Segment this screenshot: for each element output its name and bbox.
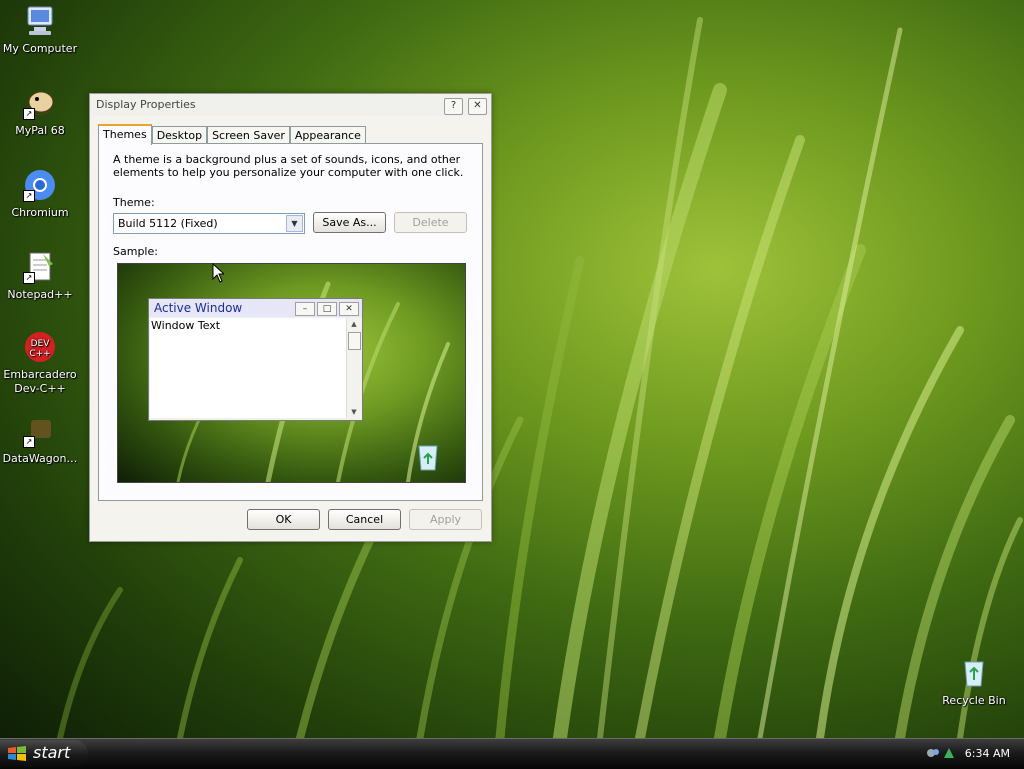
theme-select[interactable]: Build 5112 (Fixed) ▼ bbox=[113, 213, 305, 234]
sample-window-titlebar: Active Window – □ ✕ bbox=[149, 299, 362, 317]
desktop-icon-label: Chromium bbox=[11, 206, 69, 219]
recycle-bin-icon bbox=[957, 656, 991, 690]
chromium-icon: ↗ bbox=[23, 168, 57, 202]
maximize-icon: □ bbox=[317, 302, 337, 316]
datawagon-icon: ↗ bbox=[23, 414, 57, 448]
shortcut-arrow-icon: ↗ bbox=[23, 108, 35, 120]
sample-label: Sample: bbox=[113, 245, 158, 258]
tab-screen-saver[interactable]: Screen Saver bbox=[207, 126, 290, 144]
ok-button[interactable]: OK bbox=[247, 509, 320, 530]
close-button[interactable]: ✕ bbox=[468, 98, 487, 115]
shortcut-arrow-icon: ↗ bbox=[23, 272, 35, 284]
desktop-icon-label: Embarcadero Dev-C++ bbox=[3, 368, 77, 395]
desktop-icon-datawagon[interactable]: ↗ DataWagon… bbox=[0, 414, 80, 466]
dialog-title: Display Properties bbox=[96, 98, 196, 111]
sample-active-window: Active Window – □ ✕ Window Text ▲ ▼ bbox=[148, 298, 363, 421]
shortcut-arrow-icon: ↗ bbox=[23, 190, 35, 202]
desktop-icon-mypal[interactable]: ↗ MyPal 68 bbox=[0, 86, 80, 138]
theme-description: A theme is a background plus a set of so… bbox=[113, 153, 464, 179]
my-computer-icon bbox=[23, 4, 57, 38]
system-tray: 6:34 AM bbox=[914, 739, 1024, 769]
taskbar: start 6:34 AM bbox=[0, 738, 1024, 769]
desktop-icon-label: Recycle Bin bbox=[942, 694, 1006, 707]
start-label: start bbox=[33, 743, 71, 762]
desktop-icon-recycle-bin[interactable]: Recycle Bin bbox=[934, 656, 1014, 708]
scroll-down-icon: ▼ bbox=[351, 408, 357, 416]
dialog-titlebar[interactable]: Display Properties ? ✕ bbox=[90, 94, 491, 116]
start-button[interactable]: start bbox=[0, 740, 88, 767]
notepadpp-icon: ↗ bbox=[23, 250, 57, 284]
sample-window-text: Window Text bbox=[151, 319, 221, 332]
mouse-cursor-icon bbox=[212, 262, 226, 283]
cancel-button[interactable]: Cancel bbox=[328, 509, 401, 530]
scroll-up-icon: ▲ bbox=[351, 320, 357, 328]
display-properties-dialog: Display Properties ? ✕ Themes Desktop Sc… bbox=[89, 93, 492, 542]
safely-remove-icon[interactable] bbox=[942, 746, 956, 760]
desktop-icon-label: Notepad++ bbox=[7, 288, 73, 301]
tab-appearance[interactable]: Appearance bbox=[289, 126, 366, 144]
desktop-icon-label: DataWagon… bbox=[2, 452, 78, 465]
desktop-icon-my-computer[interactable]: My Computer bbox=[0, 4, 80, 56]
shortcut-arrow-icon: ↗ bbox=[23, 436, 35, 448]
desktop-icon-label: MyPal 68 bbox=[15, 124, 65, 137]
mypal-icon: ↗ bbox=[23, 86, 57, 120]
themes-panel: A theme is a background plus a set of so… bbox=[98, 143, 483, 501]
sample-window-body: Window Text bbox=[150, 318, 346, 418]
tab-desktop[interactable]: Desktop bbox=[151, 126, 208, 144]
save-as-button[interactable]: Save As... bbox=[313, 212, 386, 233]
tab-themes[interactable]: Themes bbox=[98, 124, 152, 145]
delete-button[interactable]: Delete bbox=[394, 212, 467, 233]
theme-select-value: Build 5112 (Fixed) bbox=[118, 217, 218, 230]
devcpp-icon: DEV C++ bbox=[23, 330, 57, 364]
sample-window-title: Active Window bbox=[154, 301, 243, 315]
sample-scrollbar: ▲ ▼ bbox=[346, 318, 361, 418]
svg-text:C++: C++ bbox=[29, 349, 50, 359]
apply-button[interactable]: Apply bbox=[409, 509, 482, 530]
desktop-icon-chromium[interactable]: ↗ Chromium bbox=[0, 168, 80, 220]
minimize-icon: – bbox=[295, 302, 315, 316]
theme-sample-preview: Active Window – □ ✕ Window Text ▲ ▼ bbox=[117, 263, 466, 483]
theme-label: Theme: bbox=[113, 196, 155, 209]
scroll-thumb bbox=[348, 332, 361, 350]
tab-strip: Themes Desktop Screen Saver Appearance bbox=[98, 124, 366, 145]
desktop-icon-label: My Computer bbox=[2, 42, 78, 55]
desktop-icon-devcpp[interactable]: DEV C++ Embarcadero Dev-C++ bbox=[0, 330, 80, 396]
desktop-icon-notepadpp[interactable]: ↗ Notepad++ bbox=[0, 250, 80, 302]
taskbar-clock[interactable]: 6:34 AM bbox=[965, 747, 1010, 760]
recycle-bin-icon bbox=[414, 442, 442, 472]
chevron-down-icon[interactable]: ▼ bbox=[286, 215, 303, 232]
close-icon: ✕ bbox=[339, 302, 359, 316]
svg-text:DEV: DEV bbox=[31, 339, 51, 349]
network-icon[interactable] bbox=[926, 746, 940, 760]
help-button[interactable]: ? bbox=[444, 98, 463, 115]
windows-logo-icon bbox=[7, 745, 27, 763]
